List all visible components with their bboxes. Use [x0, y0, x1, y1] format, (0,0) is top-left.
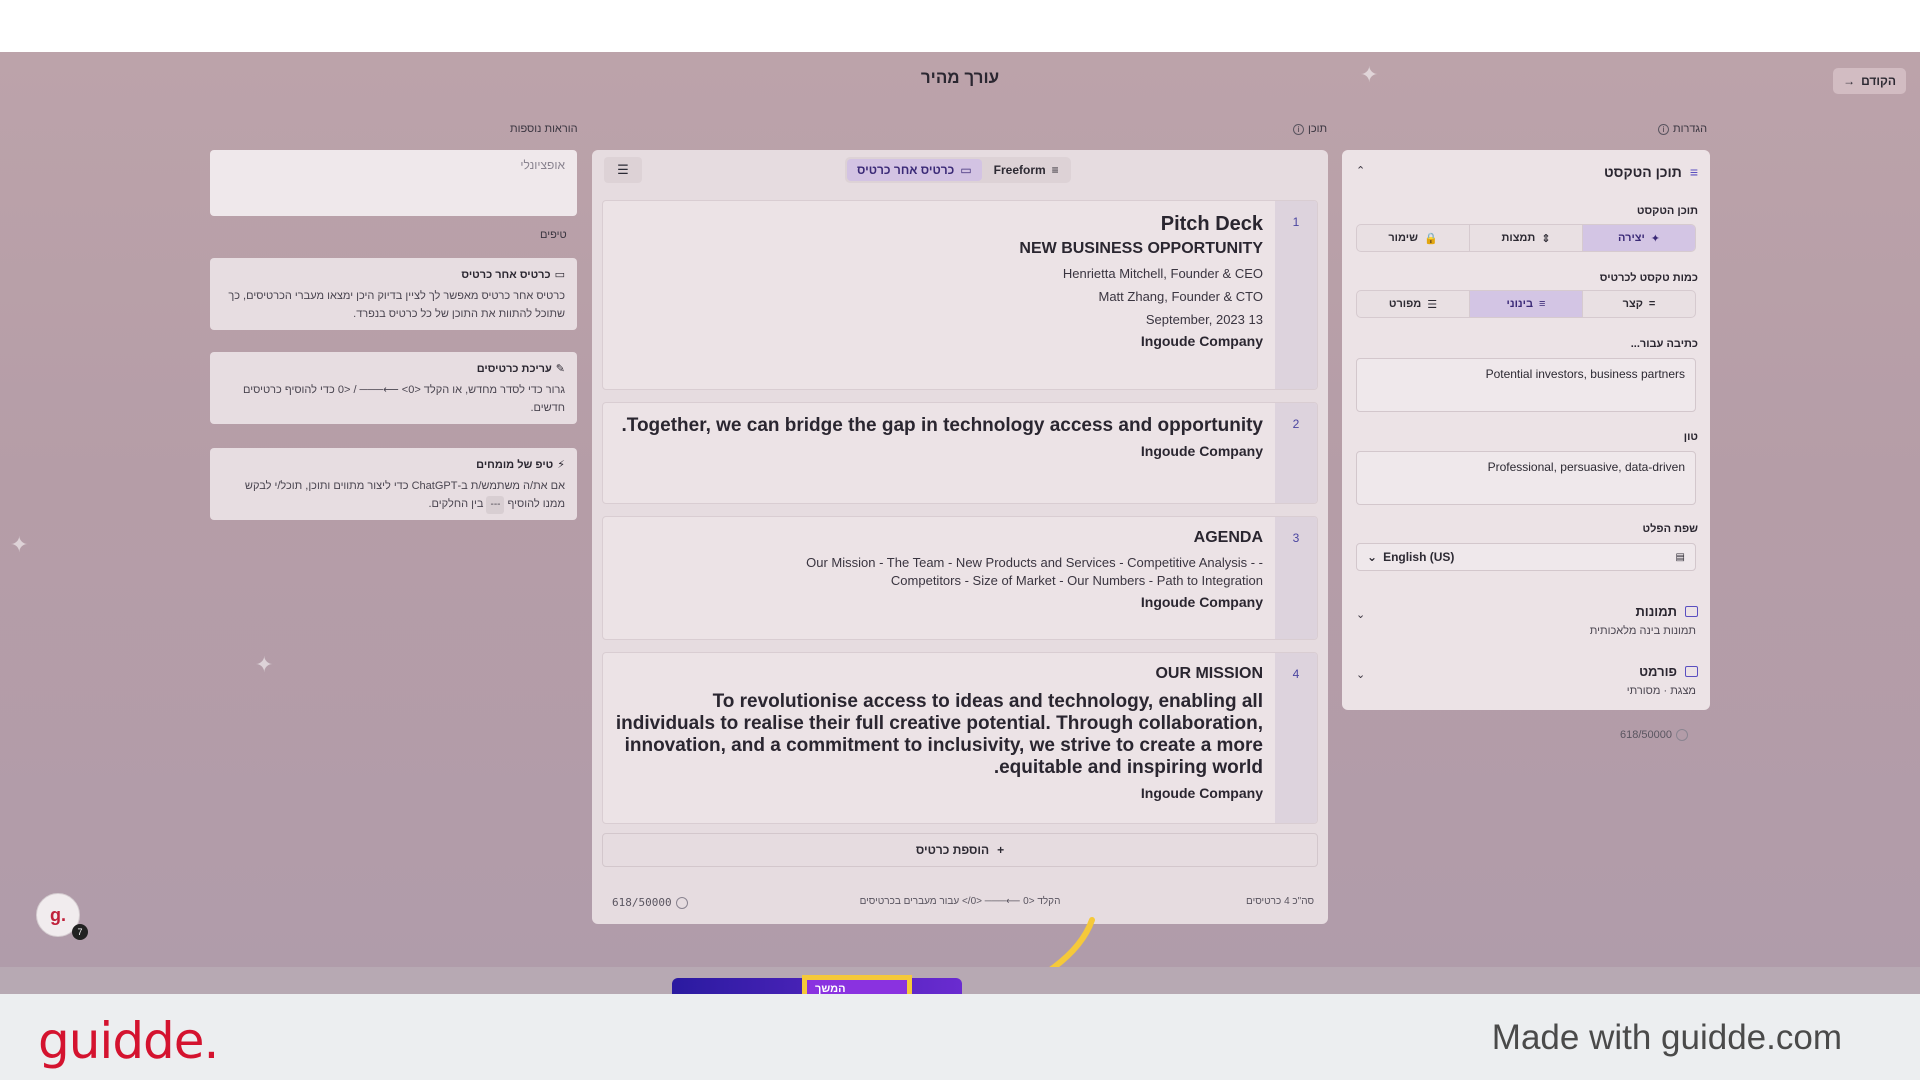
plus-icon: + — [997, 843, 1005, 857]
slide-title: OUR MISSION — [1155, 665, 1263, 682]
info-icon: i — [1658, 123, 1669, 135]
text-content-header[interactable]: ≡ תוכן הטקסט — [1604, 164, 1698, 180]
short-lines-icon: = — [1648, 298, 1656, 310]
toggle-freeform[interactable]: Freeform ≡ — [984, 159, 1069, 181]
detailed-lines-icon: ☰ — [1427, 298, 1438, 311]
slide-number: 2 — [1275, 403, 1317, 503]
layout-icon — [1685, 666, 1698, 677]
format-section[interactable]: פורמט מצגת · מסורתי — [1356, 664, 1698, 697]
guidde-footer: guidde. Made with guidde.com — [0, 994, 1920, 1080]
audience-input[interactable]: Potential investors, business partners — [1356, 358, 1696, 412]
sparkle-icon: ✦ — [255, 652, 274, 677]
align-icon: ≡ — [1051, 163, 1059, 177]
slide-number: 4 — [1275, 653, 1317, 823]
slide-card[interactable]: 3 AGENDA - - Our Mission - The Team - Ne… — [602, 516, 1318, 640]
info-icon: i — [1293, 123, 1304, 135]
slide-card[interactable]: 1 Pitch Deck NEW BUSINESS OPPORTUNITY He… — [602, 200, 1318, 390]
filter-icon: ☰ — [617, 162, 629, 177]
cards-icon: ▭ — [554, 269, 565, 281]
images-section[interactable]: תמונות תמונות בינה מלאכותית — [1356, 604, 1698, 637]
slide-card[interactable]: 2 Together, we can bridge the gap in tec… — [602, 402, 1318, 504]
amount-medium[interactable]: ≡ בינוני — [1469, 291, 1582, 317]
mode-toggle: כרטיס אחר כרטיס ▭ Freeform ≡ — [845, 157, 1071, 183]
slide-line: Henrietta Mitchell, Founder & CEO — [1062, 266, 1263, 281]
amount-short[interactable]: = קצר — [1582, 291, 1695, 317]
slide-body-text: To revolutionise access to ideas and tec… — [615, 691, 1263, 778]
text-mode-selector: ✦ יצירה ⇕ תמצות 🔒 שימור — [1356, 224, 1696, 252]
content-label: תוכן i — [1293, 123, 1327, 135]
add-card-button[interactable]: + הוספת כרטיס — [602, 833, 1318, 867]
language-select[interactable]: ⌄ English (US) ▤ — [1356, 543, 1696, 571]
cards-icon: ▭ — [960, 163, 972, 177]
slide-company: Ingoude Company — [1140, 333, 1263, 349]
slide-line: Matt Zhang, Founder & CTO — [1098, 289, 1264, 304]
filter-button[interactable]: ☰ — [604, 157, 642, 183]
amount-detailed[interactable]: ☰ מפורט — [1357, 291, 1469, 317]
slide-company: Ingoude Company — [1140, 594, 1263, 610]
slide-number: 3 — [1275, 517, 1317, 639]
tip-edit-cards: ✎ עריכת כרטיסים גרור כדי לסדר מחדש, או הק… — [210, 352, 577, 424]
slide-title: Pitch Deck — [1160, 213, 1263, 235]
compress-icon: ⇕ — [1541, 232, 1551, 245]
language-label: שפת הפלט — [1642, 523, 1698, 535]
slide-title: AGENDA — [1193, 529, 1263, 546]
slide-subtitle: NEW BUSINESS OPPORTUNITY — [1019, 240, 1263, 257]
text-content-label: תוכן הטקסט — [1636, 205, 1698, 217]
language-icon: ▤ — [1675, 551, 1685, 563]
image-icon — [1685, 606, 1698, 617]
slide-line: 13 September, 2023 — [1145, 312, 1263, 327]
mode-condense[interactable]: ⇕ תמצות — [1469, 225, 1582, 251]
tone-input[interactable]: Professional, persuasive, data-driven — [1356, 451, 1696, 505]
content-panel: ☰ כרטיס אחר כרטיס ▭ Freeform ≡ 1 Pitch Dec… — [592, 150, 1328, 924]
bolt-icon: ⚡ — [557, 459, 565, 471]
progress-ring-icon — [1676, 729, 1688, 741]
slide-company: Ingoude Company — [1140, 785, 1263, 801]
sparkle-icon: ✦ — [10, 532, 29, 557]
amount-selector: = קצר ≡ בינוני ☰ מפורט — [1356, 290, 1696, 318]
content-footer: 618/50000 הקלד <0 ⟵─── <0/> עבור מעברים … — [592, 896, 1328, 912]
amount-label: כמות טקסט לכרטיס — [1599, 272, 1698, 284]
edit-icon: ✎ — [555, 363, 565, 375]
medium-lines-icon: ≡ — [1539, 298, 1546, 310]
chevron-up-icon[interactable]: ⌃ — [1356, 164, 1365, 177]
tip-expert: ⚡ טיפ של מומחים אם את/ה משתמש/ת ב-ChatGPT… — [210, 448, 577, 520]
mode-generate[interactable]: ✦ יצירה — [1582, 225, 1695, 251]
settings-panel: ⌃ ≡ תוכן הטקסט תוכן הטקסט ✦ יצירה ⇕ תמצות … — [1342, 150, 1710, 710]
toggle-card-by-card[interactable]: כרטיס אחר כרטיס ▭ — [847, 159, 982, 181]
editor-stage: ✦ ✦ ✦ ✦ הקודם → עורך מהיר הגדרותi תוכןi … — [0, 52, 1920, 994]
slide-line: Competitors - Size of Market - Our Numbe… — [890, 573, 1263, 588]
chevron-down-icon[interactable]: ⌄ — [1356, 608, 1365, 621]
audience-label: כתיבה עבור... — [1630, 338, 1698, 350]
slide-company: Ingoude Company — [1140, 443, 1263, 459]
lock-icon: 🔒 — [1423, 232, 1438, 245]
card-total: סה"כ 4 כרטיסים — [1246, 896, 1314, 907]
brand-logo: guidde. — [38, 1012, 219, 1070]
settings-label: הגדרות i — [1658, 123, 1707, 135]
slide-card[interactable]: 4 OUR MISSION To revolutionise access to… — [602, 652, 1318, 824]
slide-line: - - Our Mission - The Team - New Product… — [806, 555, 1263, 570]
sparkle-icon: ✦ — [1650, 232, 1660, 245]
chevron-down-icon: ⌄ — [1367, 550, 1378, 564]
text-lines-icon: ≡ — [1689, 164, 1698, 180]
card-break-hint: הקלד <0 ⟵─── <0/> עבור מעברים בכרטיסים — [859, 896, 1061, 907]
extra-instructions-label: הוראות נוספות — [510, 123, 578, 135]
tip-card-by-card: ▭ כרטיס אחר כרטיס כרטיס אחר כרטיס מאפשר ל… — [210, 258, 577, 330]
mode-preserve[interactable]: 🔒 שימור — [1357, 225, 1469, 251]
made-with-text: Made with guidde.com — [1491, 1018, 1842, 1057]
page-title: עורך מהיר — [920, 68, 1000, 87]
slide-title: Together, we can bridge the gap in techn… — [621, 415, 1263, 436]
chevron-down-icon[interactable]: ⌄ — [1356, 668, 1365, 681]
settings-char-counter: 618/50000 — [1620, 729, 1688, 741]
slide-number: 1 — [1275, 201, 1317, 389]
tips-label: טיפים — [540, 229, 567, 241]
tone-label: טון — [1683, 431, 1698, 443]
extra-instructions-input[interactable]: אופציונלי — [210, 150, 577, 216]
notification-badge: 7 — [72, 924, 88, 940]
